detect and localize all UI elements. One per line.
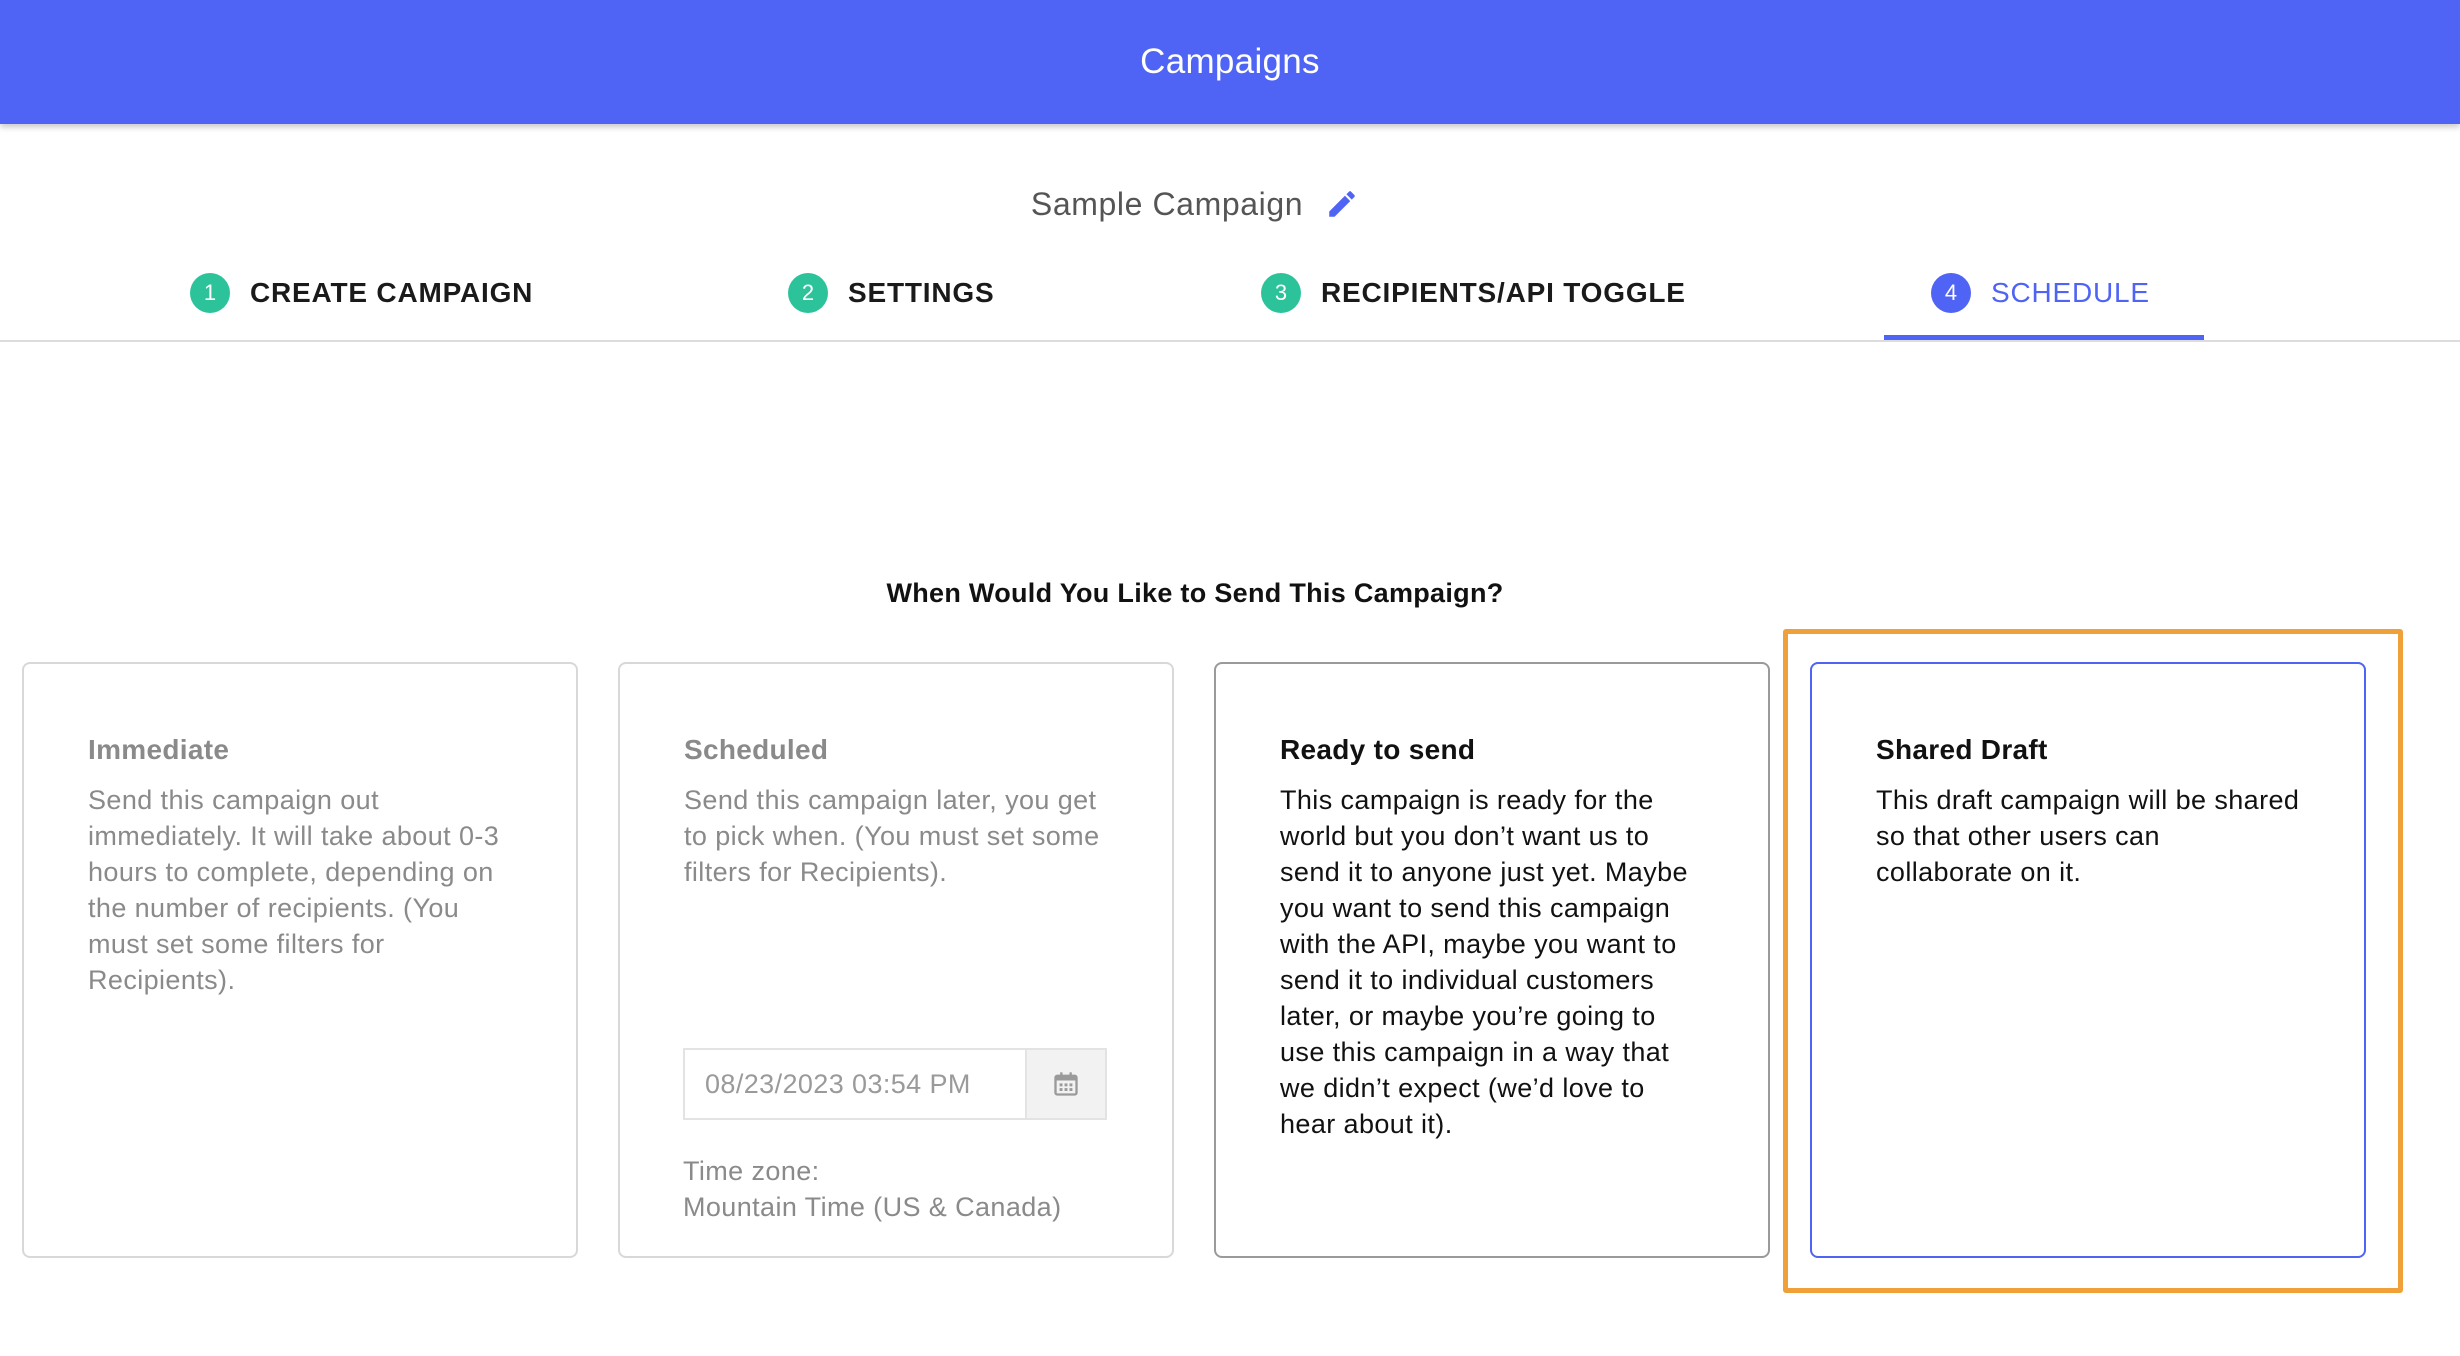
card-title: Shared Draft [1876,734,2048,765]
datetime-picker [683,1048,1107,1120]
step-number: 1 [190,273,230,313]
stepper-tabs: 1 CREATE CAMPAIGN 2 SETTINGS 3 RECIPIENT… [0,262,2460,342]
step-number: 3 [1261,273,1301,313]
tab-settings[interactable]: 2 SETTINGS [788,262,994,340]
step-number: 4 [1931,273,1971,313]
timezone-value: Mountain Time (US & Canada) [683,1192,1062,1222]
pencil-icon[interactable] [1325,187,1359,221]
card-description: Send this campaign out immediately. It w… [88,785,500,995]
tab-schedule[interactable]: 4 SCHEDULE [1931,262,2150,340]
card-description: This campaign is ready for the world but… [1280,785,1688,1139]
datetime-input[interactable] [685,1050,1025,1118]
card-description: This draft campaign will be shared so th… [1876,785,2300,887]
tab-label: SETTINGS [848,277,995,308]
option-card-ready-to-send[interactable]: Ready to send This campaign is ready for… [1214,662,1770,1258]
schedule-question: When Would You Like to Send This Campaig… [886,578,1504,608]
calendar-icon[interactable] [1025,1050,1105,1118]
step-number: 2 [788,273,828,313]
active-tab-indicator [1884,335,2204,340]
option-card-shared-draft[interactable]: Shared Draft This draft campaign will be… [1810,662,2366,1258]
option-card-scheduled[interactable]: Scheduled Send this campaign later, you … [618,662,1174,1258]
card-title: Ready to send [1280,734,1476,765]
campaign-name: Sample Campaign [1030,185,1304,222]
tab-label: SCHEDULE [1991,277,2150,308]
header-title: Campaigns [1140,42,1320,81]
campaign-name-row: Sample Campaign [0,178,2390,230]
card-title: Immediate [88,734,230,765]
card-description: Send this campaign later, you get to pic… [684,785,1100,887]
timezone-label: Time zone: [683,1156,820,1186]
tab-create-campaign[interactable]: 1 CREATE CAMPAIGN [190,262,533,340]
option-card-immediate[interactable]: Immediate Send this campaign out immedia… [22,662,578,1258]
tab-label: RECIPIENTS/API TOGGLE [1321,277,1686,308]
app-header: Campaigns [0,0,2460,124]
tab-recipients-api-toggle[interactable]: 3 RECIPIENTS/API TOGGLE [1261,262,1686,340]
tab-label: CREATE CAMPAIGN [250,277,534,308]
card-title: Scheduled [684,734,829,765]
